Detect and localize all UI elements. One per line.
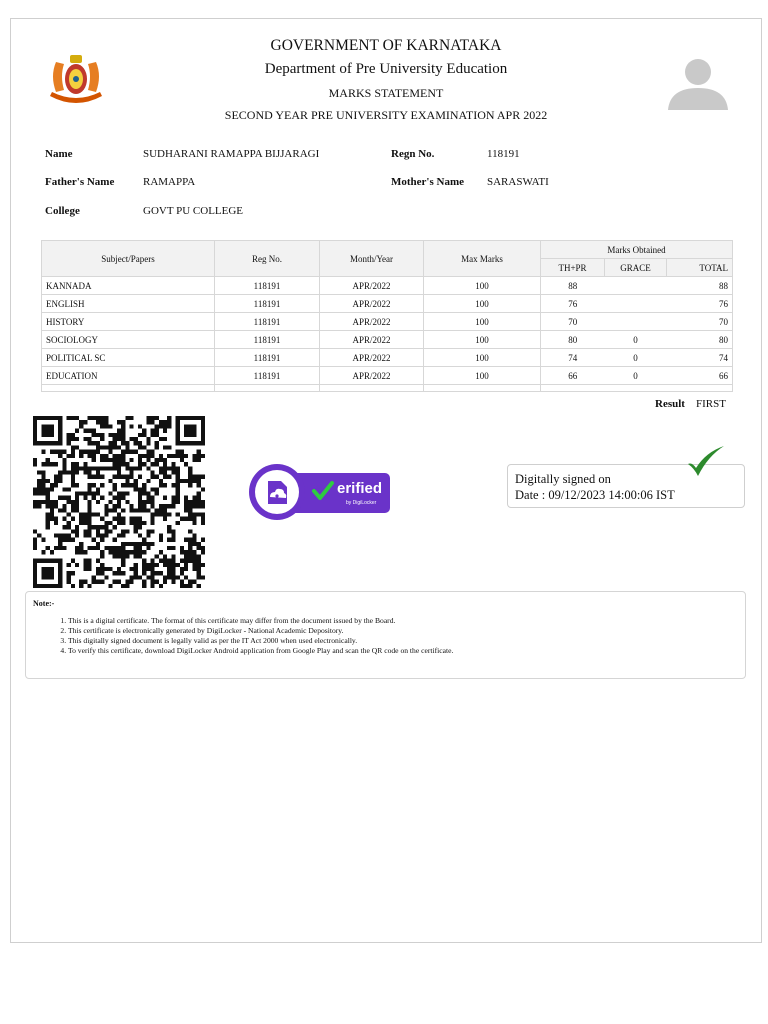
mother-value: SARASWATI — [487, 176, 549, 188]
regn-value: 118191 — [487, 148, 520, 160]
cell-grace: 0 — [604, 348, 667, 367]
cell-regno: 118191 — [214, 276, 320, 295]
cell-month: APR/2022 — [319, 312, 424, 331]
header-max: Max Marks — [423, 240, 541, 277]
qr-code-icon — [33, 416, 205, 588]
cell-month: APR/2022 — [319, 276, 424, 295]
cell-thpr: 80 — [540, 330, 605, 349]
cell-subject: KANNADA — [41, 276, 215, 295]
cell-month: APR/2022 — [319, 294, 424, 313]
signed-on-label: Digitally signed on — [515, 472, 611, 486]
cell-grace: 0 — [604, 330, 667, 349]
father-value: RAMAPPA — [143, 176, 196, 188]
header-thpr: TH+PR — [540, 258, 605, 277]
cell-thpr: 74 — [540, 348, 605, 367]
college-label: College — [45, 205, 80, 217]
cell-month: APR/2022 — [319, 330, 424, 349]
cell-subject: EDUCATION — [41, 366, 215, 385]
cell-max: 100 — [423, 276, 541, 295]
note-item: This digitally signed document is legall… — [68, 636, 748, 646]
name-label: Name — [45, 148, 73, 160]
table-row: EDUCATION 118191 APR/2022 100 66 0 66 — [41, 366, 734, 385]
cell-month: APR/2022 — [319, 348, 424, 367]
note-item: This is a digital certificate. The forma… — [68, 616, 748, 626]
header-grace: GRACE — [604, 258, 667, 277]
green-check-icon — [688, 446, 724, 476]
cell-max: 100 — [423, 366, 541, 385]
verified-text: erified — [337, 480, 383, 497]
cell-thpr: 76 — [540, 294, 605, 313]
cell-subject: ENGLISH — [41, 294, 215, 313]
name-value: SUDHARANI RAMAPPA BIJJARAGI — [143, 148, 320, 160]
table-row: POLITICAL SC 118191 APR/2022 100 74 0 74 — [41, 348, 734, 367]
note-list: This is a digital certificate. The forma… — [50, 616, 748, 656]
cell-total: 88 — [666, 276, 734, 295]
cell-total: 80 — [666, 330, 734, 349]
result-label: Result — [655, 398, 685, 410]
cell-subject: SOCIOLOGY — [41, 330, 215, 349]
cell-regno: 118191 — [214, 294, 320, 313]
cell-max: 100 — [423, 330, 541, 349]
cell-regno: 118191 — [214, 348, 320, 367]
father-label: Father's Name — [45, 176, 115, 188]
regn-label: Regn No. — [391, 148, 435, 160]
cell-grace — [604, 276, 667, 295]
header-marks-statement: MARKS STATEMENT — [328, 86, 444, 100]
header-department: Department of Pre University Education — [264, 61, 508, 77]
header-government: GOVERNMENT OF KARNATAKA — [270, 37, 502, 54]
cell-total: 70 — [666, 312, 734, 331]
verified-subtext: by DigiLocker — [346, 500, 377, 506]
cell-regno: 118191 — [214, 312, 320, 331]
cell-max: 100 — [423, 312, 541, 331]
table-row: KANNADA 118191 APR/2022 100 88 88 — [41, 276, 734, 295]
cell-max: 100 — [423, 348, 541, 367]
cell-grace — [604, 294, 667, 313]
cell-thpr: 70 — [540, 312, 605, 331]
table-row: HISTORY 118191 APR/2022 100 70 70 — [41, 312, 734, 331]
table-spacer-row — [41, 384, 734, 392]
table-row: SOCIOLOGY 118191 APR/2022 100 80 0 80 — [41, 330, 734, 349]
cell-total: 66 — [666, 366, 734, 385]
cell-grace — [604, 312, 667, 331]
result-value: FIRST — [696, 398, 726, 410]
header-obtained: Marks Obtained — [539, 240, 734, 259]
note-item: To verify this certificate, download Dig… — [68, 646, 748, 656]
cell-total: 76 — [666, 294, 734, 313]
table-row: ENGLISH 118191 APR/2022 100 76 76 — [41, 294, 734, 313]
college-value: GOVT PU COLLEGE — [143, 205, 244, 217]
cell-thpr: 88 — [540, 276, 605, 295]
cell-grace: 0 — [604, 366, 667, 385]
note-item: This certificate is electronically gener… — [68, 626, 748, 636]
marks-table: Subject/Papers Reg No. Month/Year Max Ma… — [41, 240, 734, 392]
header-regno: Reg No. — [214, 240, 320, 277]
note-title: Note:- — [33, 599, 55, 608]
cell-subject: HISTORY — [41, 312, 215, 331]
cell-subject: POLITICAL SC — [41, 348, 215, 367]
header-month: Month/Year — [319, 240, 424, 277]
signed-date: Date : 09/12/2023 14:00:06 IST — [515, 488, 675, 502]
mother-label: Mother's Name — [391, 176, 465, 188]
cell-regno: 118191 — [214, 330, 320, 349]
header-total: TOTAL — [665, 258, 734, 277]
cell-regno: 118191 — [214, 366, 320, 385]
cell-max: 100 — [423, 294, 541, 313]
cell-total: 74 — [666, 348, 734, 367]
cell-month: APR/2022 — [319, 366, 424, 385]
header-exam: SECOND YEAR PRE UNIVERSITY EXAMINATION A… — [224, 108, 548, 122]
header-subject: Subject/Papers — [41, 240, 215, 277]
cell-thpr: 66 — [540, 366, 605, 385]
